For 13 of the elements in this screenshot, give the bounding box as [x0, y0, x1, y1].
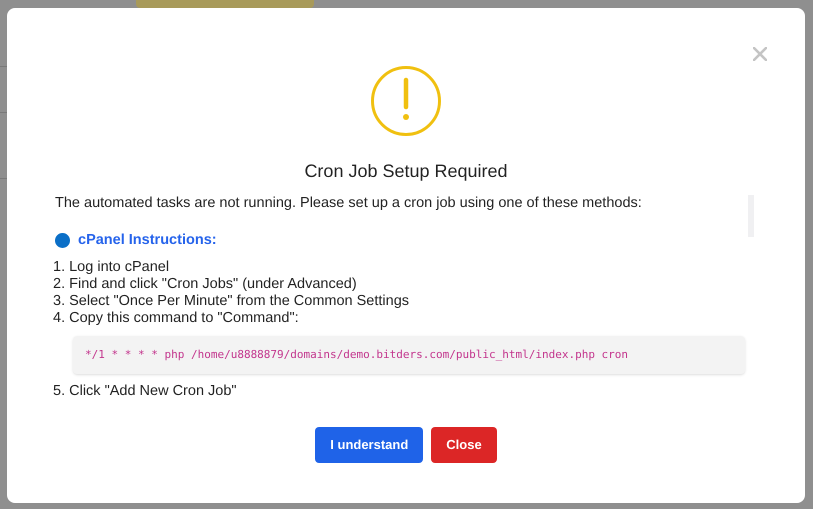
- dialog-title: Cron Job Setup Required: [304, 160, 508, 183]
- warning-icon: [370, 65, 442, 137]
- close-icon[interactable]: [753, 47, 767, 61]
- section-heading: cPanel Instructions:: [78, 231, 217, 250]
- confirm-button[interactable]: I understand: [315, 427, 424, 463]
- step-text: 2. Find and click "Cron Jobs" (under Advanced): [53, 276, 358, 293]
- command-block: */1 * * * * php /home/u8888879/domains/demo.bitders.com/public_html/index.php cron: [73, 336, 745, 374]
- intro-text: The automated tasks are not running. Please set up a cron job using one of these methods:: [55, 194, 643, 213]
- step-text: 1. Log into cPanel: [53, 259, 170, 276]
- step-text: 5. Click "Add New Cron Job": [53, 383, 238, 400]
- close-button[interactable]: Close: [431, 427, 497, 463]
- step-text: 4. Copy this command to "Command":: [53, 310, 300, 327]
- step-text: 3. Select "Once Per Minute" from the Common Settings: [53, 293, 410, 310]
